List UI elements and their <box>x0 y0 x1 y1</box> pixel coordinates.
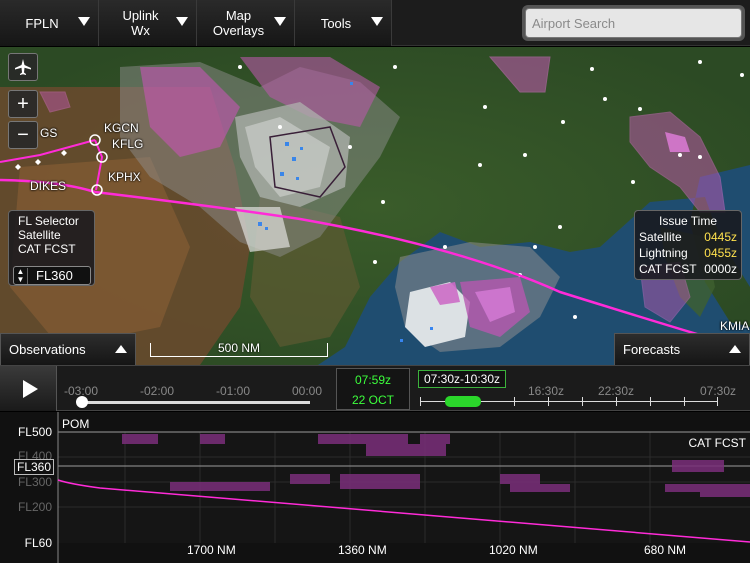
observations-tab[interactable]: Observations <box>0 333 136 365</box>
chevron-down-icon <box>274 17 286 26</box>
fl-selector-layer: CAT FCST <box>18 242 76 256</box>
chevron-up-icon <box>729 345 741 353</box>
timeline-track[interactable] <box>81 401 310 404</box>
chevron-up-icon <box>115 345 127 353</box>
minus-icon: − <box>17 123 29 146</box>
waypoint-label: GS <box>40 126 58 140</box>
scale-label: 500 NM <box>217 341 261 355</box>
forecast-tick <box>650 397 651 406</box>
fpln-button[interactable]: FPLN <box>0 0 99 46</box>
profile-graph <box>57 412 750 563</box>
waypoint-label: DIKES <box>30 179 67 193</box>
issue-row-value: 0455z <box>704 246 737 260</box>
distance-label: 1360 NM <box>338 543 387 557</box>
forecast-tick <box>514 397 515 406</box>
issue-row-label: Satellite <box>639 230 682 244</box>
uplink-label: Uplink Wx <box>122 8 159 38</box>
issue-time-row: Satellite 0445z <box>639 229 737 245</box>
zoom-in-button[interactable]: + <box>8 90 38 118</box>
forecast-range: 07:30z-10:30z <box>418 370 506 388</box>
fl-selector-layer: Satellite <box>18 228 61 242</box>
forecast-tick <box>548 397 549 406</box>
waypoint-label: KFLG <box>112 137 144 151</box>
play-icon <box>22 379 38 398</box>
altitude-label: FL60 <box>24 536 52 550</box>
uplink-wx-button[interactable]: Uplink Wx <box>99 0 197 46</box>
forecasts-label: Forecasts <box>623 342 681 357</box>
map-overlays-button[interactable]: Map Overlays <box>197 0 295 46</box>
forecast-label: 07:30z <box>700 384 737 398</box>
timeline-label: -02:00 <box>140 384 175 398</box>
forecast-slider-handle[interactable] <box>445 396 481 407</box>
observations-label: Observations <box>9 342 86 357</box>
chevron-down-icon <box>371 17 383 26</box>
fl-selector-panel: FL Selector Satellite CAT FCST ▲ ▼ FL360 <box>8 210 95 286</box>
weather-map[interactable]: + − GS KGCN KFLG DIKES KPHX KMIA FL Sele… <box>0 47 750 365</box>
fl-level-value: FL360 <box>36 267 73 283</box>
north-up-button[interactable] <box>8 53 38 81</box>
altitude-label: FL300 <box>17 475 52 489</box>
forecasts-tab[interactable]: Forecasts <box>614 333 750 365</box>
fl-level-stepper[interactable]: ▲ ▼ FL360 <box>13 266 91 285</box>
play-button[interactable] <box>0 366 57 411</box>
fl-selector-title: FL Selector <box>18 214 79 228</box>
forecast-label: 22:30z <box>598 384 635 398</box>
map-scale-bar: 500 NM <box>150 341 328 357</box>
forecast-label: 16:30z <box>528 384 565 398</box>
issue-row-label: Lightning <box>639 246 688 260</box>
issue-row-value: 0445z <box>704 230 737 244</box>
issue-row-label: CAT FCST <box>639 262 697 276</box>
distance-label: 1020 NM <box>489 543 538 557</box>
timeline-slider-handle[interactable] <box>76 396 88 408</box>
tools-button[interactable]: Tools <box>295 0 392 46</box>
forecast-tick <box>420 397 421 406</box>
issue-row-value: 0000z <box>704 262 737 276</box>
chevron-down-icon <box>78 17 90 26</box>
top-toolbar: FPLN Uplink Wx Map Overlays Tools <box>0 0 750 46</box>
chevron-down-icon <box>176 17 188 26</box>
waypoint-label: KGCN <box>104 121 139 135</box>
current-time: 07:59z <box>354 373 392 387</box>
vertical-profile: POM CAT FCST FL500 FL400 FL360 FL300 FL2… <box>0 412 750 563</box>
forecast-tick <box>684 397 685 406</box>
layer-label: CAT FCST <box>688 436 746 450</box>
station-label: POM <box>62 417 90 431</box>
distance-label: 1700 NM <box>187 543 236 557</box>
airplane-icon <box>15 59 31 75</box>
distance-label: 680 NM <box>644 543 687 557</box>
waypoint-label: KPHX <box>108 170 141 184</box>
waypoint-label: KMIA <box>720 319 750 333</box>
timeline-label: 00:00 <box>292 384 323 398</box>
issue-time-panel: Issue Time Satellite 0445z Lightning 045… <box>634 210 742 280</box>
selected-altitude-label: FL360 <box>14 459 55 475</box>
plus-icon: + <box>17 92 29 115</box>
timeline-bar: -03:00 -02:00 -01:00 00:00 07:59z 22 OCT… <box>0 365 750 411</box>
airport-search-input[interactable] <box>525 8 742 38</box>
zoom-out-button[interactable]: − <box>8 121 38 149</box>
current-date: 22 OCT <box>351 393 394 407</box>
forecast-tick <box>717 397 718 406</box>
issue-time-row: CAT FCST 0000z <box>639 261 737 277</box>
altitude-label: FL500 <box>17 425 52 439</box>
current-time-box: 07:59z 22 OCT <box>336 368 410 410</box>
forecast-tick <box>582 397 583 406</box>
fpln-label: FPLN <box>25 15 59 31</box>
tools-label: Tools <box>320 15 352 31</box>
overlays-label: Map Overlays <box>212 8 265 38</box>
forecast-tick <box>616 397 617 406</box>
altitude-label: FL200 <box>17 500 52 514</box>
issue-time-title: Issue Time <box>658 214 718 228</box>
up-down-arrows-icon[interactable]: ▲ ▼ <box>14 267 28 284</box>
issue-time-row: Lightning 0455z <box>639 245 737 261</box>
timeline-label: -01:00 <box>216 384 251 398</box>
airport-search <box>522 5 745 41</box>
map-terrain <box>0 47 750 365</box>
